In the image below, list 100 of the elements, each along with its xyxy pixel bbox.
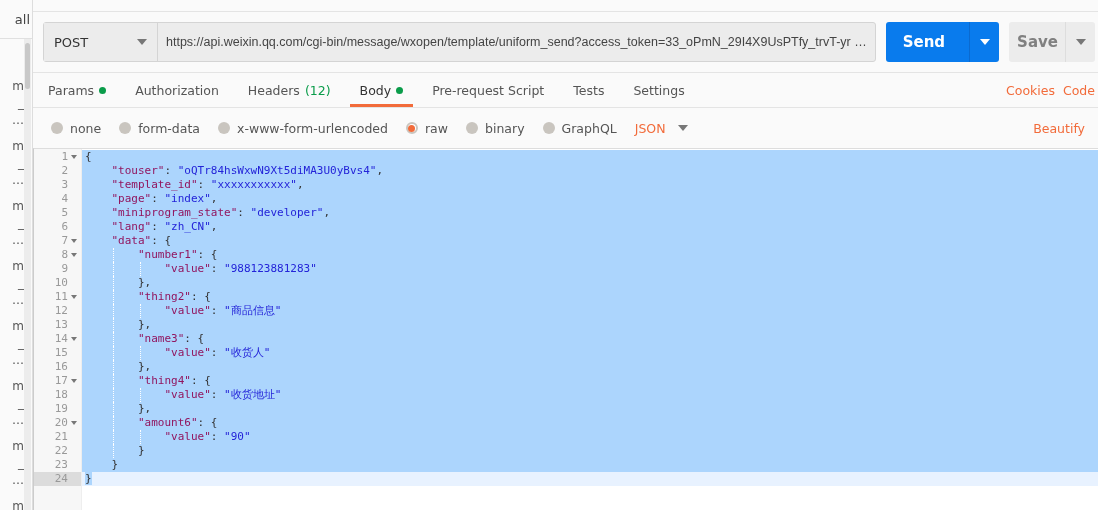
code-line: }, (136, 360, 152, 373)
radio-button[interactable] (119, 122, 132, 134)
request-tab[interactable]: Pre-request Script (422, 76, 555, 107)
history-item-text[interactable]: m (12, 197, 24, 214)
code-line: }, (136, 402, 152, 415)
code-line: }, (136, 318, 152, 331)
line-number: 13 (53, 318, 68, 332)
code-line: }, (136, 276, 152, 289)
history-item-text[interactable]: … (12, 291, 24, 308)
fold-caret-icon[interactable] (70, 421, 77, 425)
history-item-text[interactable]: m (12, 497, 24, 510)
code-line: "value": "商品信息" (163, 304, 282, 317)
history-item-text[interactable]: … (12, 351, 24, 368)
request-tab[interactable]: Settings (623, 76, 695, 107)
scrollbar[interactable] (24, 39, 31, 510)
code-line: "value": "收货人" (163, 346, 271, 359)
history-item-text[interactable]: m (12, 137, 24, 154)
history-item-text[interactable]: _ (18, 394, 24, 411)
line-number: 20 (53, 416, 68, 430)
radio-label[interactable]: none (70, 120, 102, 136)
code-line: "name3": { (136, 332, 205, 345)
history-item-text[interactable]: _ (18, 334, 24, 351)
radio-label[interactable]: form-data (138, 120, 200, 136)
radio-label[interactable]: GraphQL (561, 120, 617, 136)
line-number: 23 (53, 458, 68, 472)
history-item-text[interactable]: _ (18, 214, 24, 231)
line-number: 14 (53, 332, 68, 346)
fold-caret-icon[interactable] (70, 239, 77, 243)
code-line: "number1": { (136, 248, 218, 261)
request-tab[interactable]: Headers (12) (237, 76, 341, 107)
line-number: 17 (53, 374, 68, 388)
request-tab[interactable]: Authorization (125, 76, 229, 107)
code-line: } (136, 444, 145, 457)
line-number: 10 (53, 276, 68, 290)
history-item-text[interactable]: _ (18, 274, 24, 291)
line-number: 22 (53, 444, 68, 458)
code-line: "template_id": "xxxxxxxxxxx", (110, 178, 304, 191)
code-line: "page": "index", (110, 192, 218, 205)
line-number: 6 (60, 220, 68, 234)
radio-button[interactable] (466, 122, 478, 134)
code-line: "data": { (110, 234, 172, 247)
line-number: 7 (60, 234, 68, 248)
history-item-text[interactable]: … (12, 111, 24, 128)
code-line: { (85, 150, 92, 163)
code-line: "thing2": { (136, 290, 211, 303)
radio-button[interactable] (51, 122, 63, 134)
sidebar-header[interactable]: all (14, 11, 30, 27)
fold-caret-icon[interactable] (70, 253, 77, 257)
history-item-text[interactable]: _ (18, 454, 24, 471)
history-item-text[interactable]: m (12, 377, 24, 394)
history-item-text[interactable]: m (12, 257, 24, 274)
line-number: 15 (53, 346, 68, 360)
code-line: "amount6": { (136, 416, 218, 429)
status-dot-icon (396, 86, 404, 94)
code-line: } (110, 458, 119, 471)
line-number: 9 (60, 262, 68, 276)
line-number: 16 (53, 360, 68, 374)
history-item-text[interactable]: m (12, 317, 24, 334)
caret-icon (979, 39, 990, 45)
history-item-text[interactable]: … (12, 231, 24, 248)
request-tab[interactable]: Params (38, 76, 117, 107)
code-line: "value": "988123881283" (163, 262, 317, 275)
history-item-text[interactable]: m (12, 77, 24, 94)
history-item-text[interactable]: … (12, 471, 24, 488)
status-dot-icon (99, 86, 107, 94)
history-item-text[interactable]: … (12, 171, 24, 188)
line-number: 18 (53, 388, 68, 402)
line-number: 21 (53, 430, 68, 444)
code-line: "miniprogram_state": "developer", (110, 206, 331, 219)
history-item-text[interactable]: _ (18, 154, 24, 171)
code-line: "thing4": { (136, 374, 211, 387)
code-line: "touser": "oQTr84hsWxwN9Xt5diMA3U0yBvs4", (110, 164, 384, 177)
fold-caret-icon[interactable] (70, 295, 77, 299)
line-number: 3 (60, 178, 68, 192)
radio-label[interactable]: binary (485, 120, 525, 136)
line-number: 1 (60, 150, 68, 164)
fold-caret-icon[interactable] (70, 379, 77, 383)
line-number: 8 (60, 248, 68, 262)
code-line: "value": "90" (163, 430, 251, 443)
fold-caret-icon[interactable] (70, 337, 77, 341)
radio-button[interactable] (406, 122, 418, 134)
line-number: 2 (60, 164, 68, 178)
code-line: "lang": "zh_CN", (110, 220, 218, 233)
radio-label[interactable]: x-www-form-urlencoded (237, 120, 388, 136)
caret-icon (1075, 39, 1086, 45)
code-line: "value": "收货地址" (163, 388, 282, 401)
history-item-text[interactable]: _ (18, 94, 24, 111)
history-item-text[interactable]: … (12, 411, 24, 428)
line-number: 19 (53, 402, 68, 416)
radio-button[interactable] (542, 122, 555, 134)
request-tab[interactable]: Body (349, 76, 414, 107)
radio-label[interactable]: raw (425, 120, 448, 136)
request-tab[interactable]: Tests (563, 76, 615, 107)
radio-button[interactable] (218, 122, 230, 134)
line-number: 11 (53, 290, 68, 304)
fold-caret-icon[interactable] (70, 155, 77, 159)
line-number: 12 (53, 304, 68, 318)
line-number: 4 (60, 192, 68, 206)
history-item-text[interactable]: m (12, 437, 24, 454)
line-number: 24 (53, 472, 68, 486)
